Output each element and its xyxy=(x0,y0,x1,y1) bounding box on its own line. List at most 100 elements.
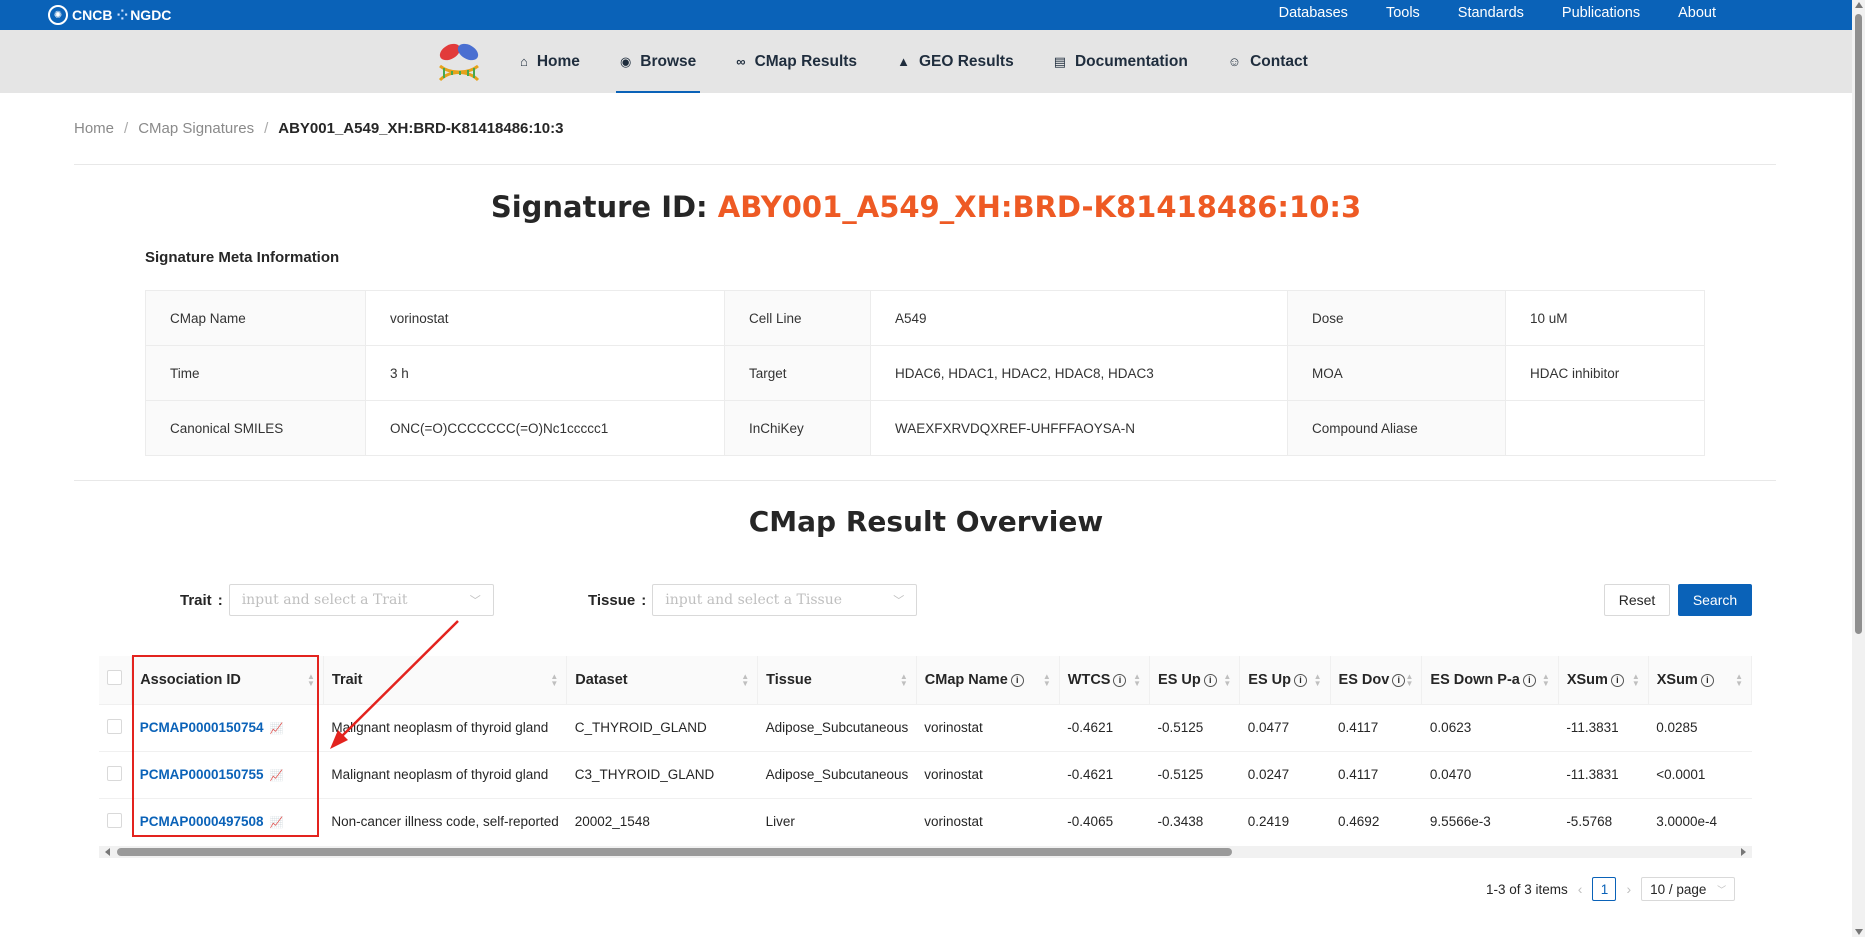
scroll-up-icon[interactable] xyxy=(1855,2,1863,8)
nav-documentation[interactable]: ▤ Documentation xyxy=(1034,30,1208,93)
topnav-publications[interactable]: Publications xyxy=(1543,0,1659,30)
sort-icon[interactable]: ▲ ▼ xyxy=(1223,673,1231,688)
next-page-icon[interactable]: › xyxy=(1626,881,1631,897)
info-icon[interactable]: i xyxy=(1010,673,1024,687)
chart-icon[interactable]: 📈 xyxy=(270,723,284,735)
meta-value: vorinostat xyxy=(365,290,725,346)
sort-icon[interactable]: ▲ ▼ xyxy=(1314,673,1322,688)
column-header[interactable]: Trait ▲ ▼ xyxy=(323,656,568,705)
info-icon[interactable]: i xyxy=(1522,673,1536,687)
sort-icon[interactable]: ▲ ▼ xyxy=(900,673,908,688)
breadcrumb-home[interactable]: Home xyxy=(74,120,114,137)
sort-icon[interactable]: ▲ ▼ xyxy=(1406,673,1414,688)
nav-browse[interactable]: ◉ Browse xyxy=(600,30,716,93)
column-header[interactable]: XSum i ▲ ▼ xyxy=(1558,656,1649,705)
table-cell: -11.3831 xyxy=(1558,704,1649,752)
topnav-about[interactable]: About xyxy=(1659,0,1735,30)
table-row[interactable]: PCMAP0000150754 📈 Malignant neoplasm of t… xyxy=(99,704,1752,752)
sort-icon[interactable]: ▲ ▼ xyxy=(1542,673,1550,688)
nav-geo-results[interactable]: ▲ GEO Results xyxy=(877,30,1034,93)
sort-icon[interactable]: ▲ ▼ xyxy=(1632,673,1640,688)
column-header[interactable]: Tissue ▲ ▼ xyxy=(757,656,917,705)
info-icon[interactable]: i xyxy=(1392,673,1406,687)
ngdc-logo-icon: ⁘ xyxy=(116,6,128,23)
info-icon[interactable]: i xyxy=(1610,673,1624,687)
header-label: ES Up xyxy=(1248,671,1291,688)
chart-icon[interactable]: 📈 xyxy=(270,770,284,782)
column-header[interactable]: ES Up i ▲ ▼ xyxy=(1149,656,1241,705)
chart-icon[interactable]: 📈 xyxy=(270,817,284,829)
nav-home[interactable]: ⌂ Home xyxy=(500,30,600,93)
topnav-standards[interactable]: Standards xyxy=(1439,0,1543,30)
column-header[interactable]: Dataset ▲ ▼ xyxy=(566,656,759,705)
association-id-link[interactable]: PCMAP0000150755 xyxy=(140,767,264,782)
nav-contact-label: Contact xyxy=(1250,52,1308,70)
select-all-checkbox[interactable] xyxy=(107,670,122,686)
sort-icon[interactable]: ▲ ▼ xyxy=(550,673,558,688)
tissue-select[interactable]: input and select a Tissue ﹀ xyxy=(652,584,918,616)
scroll-left-icon[interactable] xyxy=(105,848,110,856)
breadcrumb-cmap-signatures[interactable]: CMap Signatures xyxy=(138,120,254,137)
cncb-ngdc-logo[interactable]: ✺ CNCB ⁘ NGDC xyxy=(48,5,171,25)
table-cell: 0.0477 xyxy=(1239,704,1331,752)
meta-key: Cell Line xyxy=(724,290,871,346)
association-id-cell: PCMAP0000150755 📈 xyxy=(131,751,324,799)
scrollbar-thumb[interactable] xyxy=(117,848,1232,856)
vertical-scrollbar[interactable] xyxy=(1852,0,1865,937)
table-cell: vorinostat xyxy=(916,798,1060,844)
nav-contact[interactable]: ☺ Contact xyxy=(1208,30,1328,93)
nav-cmap-results[interactable]: ∞ CMap Results xyxy=(716,30,877,93)
scrollbar-thumb[interactable] xyxy=(1855,14,1862,634)
divider xyxy=(74,164,1776,165)
table-row[interactable]: PCMAP0000497508 📈 Non-cancer illness code… xyxy=(99,798,1752,844)
info-icon[interactable]: i xyxy=(1113,673,1127,687)
site-logo-icon[interactable] xyxy=(434,40,484,88)
trait-select[interactable]: input and select a Trait ﹀ xyxy=(228,584,494,616)
reset-button[interactable]: Reset xyxy=(1604,584,1670,616)
table-cell: Adipose_Subcutaneous xyxy=(757,704,917,752)
meta-value: WAEXFXRVDQXREF-UHFFFAOYSA-N xyxy=(870,400,1288,456)
association-id-link[interactable]: PCMAP0000150754 xyxy=(140,720,264,735)
column-header[interactable]: ES Dov i ▲ ▼ xyxy=(1330,656,1423,705)
info-icon[interactable]: i xyxy=(1293,673,1307,687)
row-checkbox[interactable] xyxy=(107,765,122,781)
row-checkbox[interactable] xyxy=(107,718,122,734)
nav-cmap-results-label: CMap Results xyxy=(754,52,858,70)
meta-key: Canonical SMILES xyxy=(145,400,366,456)
page-number[interactable]: 1 xyxy=(1592,877,1617,901)
scroll-right-icon[interactable] xyxy=(1741,848,1746,856)
page-size-select[interactable]: 10 / page ﹀ xyxy=(1641,877,1736,901)
row-checkbox[interactable] xyxy=(107,812,122,828)
header-label: Dataset xyxy=(575,671,628,688)
topnav-databases[interactable]: Databases xyxy=(1260,0,1367,30)
table-cell: -0.5125 xyxy=(1149,751,1240,799)
column-header[interactable]: ES Up i ▲ ▼ xyxy=(1239,656,1331,705)
header-label: ES Down P-a xyxy=(1430,671,1520,688)
search-button[interactable]: Search xyxy=(1678,584,1752,616)
sort-icon[interactable]: ▲ ▼ xyxy=(307,673,315,688)
column-header[interactable]: Association ID ▲ ▼ xyxy=(131,656,324,705)
table-cell: 0.4117 xyxy=(1330,704,1422,752)
scroll-down-icon[interactable] xyxy=(1855,929,1863,935)
column-header[interactable]: XSum i ▲ ▼ xyxy=(1648,656,1752,705)
chevron-down-icon: ﹀ xyxy=(893,594,905,607)
horizontal-scrollbar[interactable] xyxy=(99,846,1752,858)
sort-icon[interactable]: ▲ ▼ xyxy=(1735,673,1743,688)
sort-icon[interactable]: ▲ ▼ xyxy=(1133,673,1141,688)
overview-title: CMap Result Overview xyxy=(748,505,1104,538)
column-header[interactable]: WTCS i ▲ ▼ xyxy=(1059,656,1151,705)
column-header[interactable]: ES Down P-a i ▲ ▼ xyxy=(1421,656,1559,705)
table-cell: -0.4065 xyxy=(1059,798,1150,844)
info-icon[interactable]: i xyxy=(1203,673,1217,687)
association-id-link[interactable]: PCMAP0000497508 xyxy=(140,814,264,829)
prev-page-icon[interactable]: ‹ xyxy=(1578,881,1583,897)
trait-colon: : xyxy=(217,591,223,609)
info-icon[interactable]: i xyxy=(1700,673,1714,687)
sort-icon[interactable]: ▲ ▼ xyxy=(1043,673,1051,688)
table-row[interactable]: PCMAP0000150755 📈 Malignant neoplasm of t… xyxy=(99,751,1752,799)
column-header[interactable]: CMap Name i ▲ ▼ xyxy=(916,656,1060,705)
topnav-tools[interactable]: Tools xyxy=(1367,0,1439,30)
sort-icon[interactable]: ▲ ▼ xyxy=(741,673,749,688)
meta-value: 3 h xyxy=(365,345,725,401)
nav-browse-label: Browse xyxy=(640,52,697,70)
